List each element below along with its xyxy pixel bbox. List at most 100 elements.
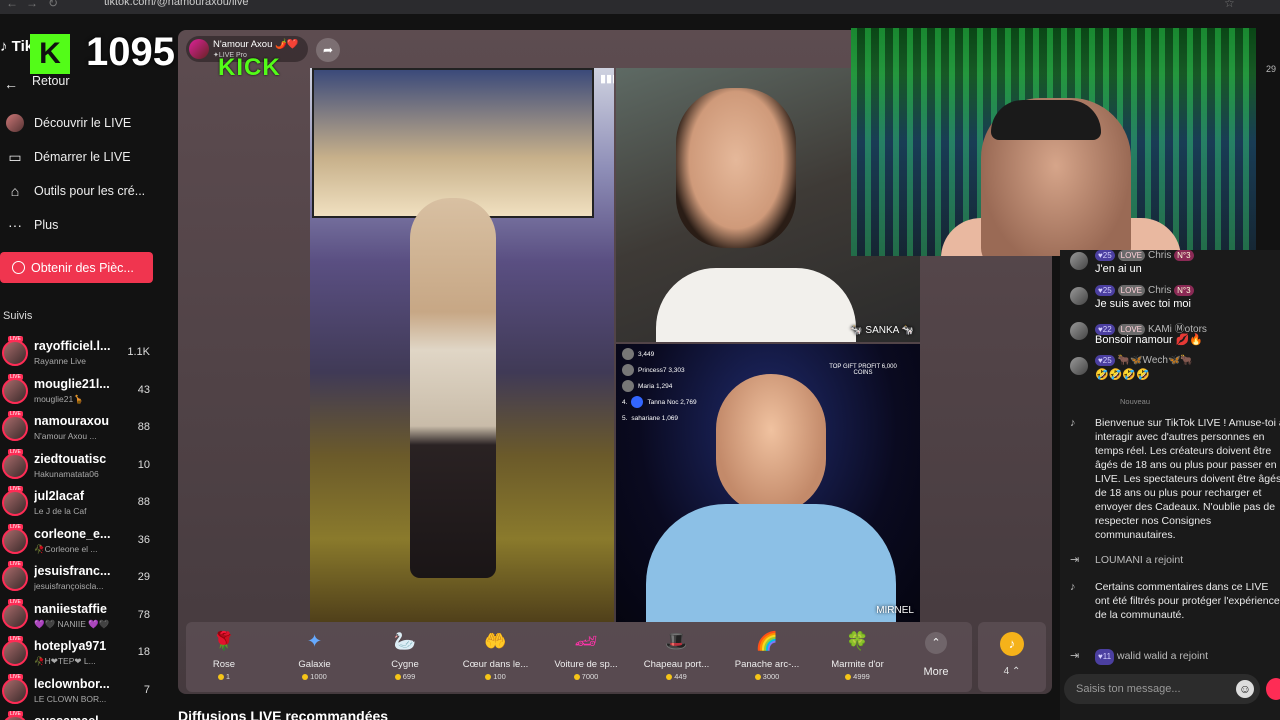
viewer-count: 88 bbox=[137, 421, 150, 433]
kick-logo-icon: K bbox=[30, 34, 70, 74]
avatar[interactable] bbox=[1070, 252, 1088, 270]
rank-badge: N°3 bbox=[1174, 285, 1194, 296]
join-arrow-icon: ⇥ bbox=[1070, 554, 1080, 566]
following-sub: Rayanne Live bbox=[34, 356, 86, 366]
chat-message-header: ♥25 LOVE Chris N°3 bbox=[1095, 285, 1197, 296]
recommended-title: Diffusions LIVE recommandées bbox=[178, 708, 389, 720]
following-sub: mouglie21🦒 bbox=[34, 393, 84, 404]
viewer-count: 7 bbox=[143, 683, 150, 696]
following-item[interactable]: LIVE mouglie21l... mouglie21🦒 43 bbox=[0, 373, 168, 410]
following-item[interactable]: LIVE ziedtouatisc Hakunamatata06 10 bbox=[0, 448, 168, 485]
url-text[interactable]: tiktok.com/@namouraxou/live bbox=[104, 0, 248, 8]
chat-input[interactable] bbox=[1076, 680, 1226, 698]
leaderboard-row: 4. Tanna Noc 2,769 bbox=[622, 394, 706, 410]
tiktok-note-icon: ♪ bbox=[1070, 417, 1076, 429]
sidebar: ← Retour Découvrir le LIVE ▭ Démarrer le… bbox=[0, 14, 168, 720]
gift-price: 449 bbox=[633, 672, 721, 681]
chat-message-text: Bonsoir namour 💋🔥 bbox=[1095, 334, 1204, 346]
rank-badge: N°3 bbox=[1174, 250, 1194, 261]
streamer-hair bbox=[991, 100, 1101, 140]
following-name: leclownbor... bbox=[34, 676, 110, 691]
following-item[interactable]: LIVE corleone_e... 🥀Corleone el ... 36 bbox=[0, 523, 168, 560]
get-coins-label: Obtenir des Pièc... bbox=[31, 260, 134, 275]
gift-item[interactable]: ✦ Galaxie 1000 bbox=[271, 622, 359, 692]
level-value: 25 bbox=[1102, 286, 1112, 295]
gift-item[interactable]: 🎩 Chapeau port... 449 bbox=[633, 622, 721, 692]
chat-input-box[interactable]: ☺ bbox=[1064, 674, 1260, 704]
gift-bar: 🌹 Rose 1 ✦ Galaxie 1000 🦢 Cygne 699 🤲 Cœur dans le… bbox=[186, 622, 972, 692]
following-item[interactable]: LIVE hoteplya971 🥀H❤TEP❤ L... 18 bbox=[0, 636, 168, 672]
coin-balance-button[interactable]: ♪ 4 ⌃ bbox=[978, 622, 1046, 692]
chat-message-text: J'en ai un bbox=[1095, 263, 1142, 275]
gift-icon: 🦢 bbox=[393, 631, 417, 651]
following-name: rayofficiel.l... bbox=[34, 339, 111, 353]
sidebar-item-start-live[interactable]: ▭ Démarrer le LIVE bbox=[0, 143, 168, 171]
gift-item[interactable]: 🍀 Marmite d'or 4999 bbox=[814, 622, 902, 692]
send-button[interactable] bbox=[1266, 678, 1280, 700]
sidebar-item-creator-tools[interactable]: ⌂ Outils pour les cré... bbox=[0, 177, 168, 205]
following-item[interactable]: LIVE jesuisfranc... jesuisfrançoiscla... 29 bbox=[0, 561, 168, 597]
avatar bbox=[2, 565, 28, 591]
viewer-count: 78 bbox=[137, 608, 150, 621]
avatar bbox=[2, 452, 28, 479]
level-value: 11 bbox=[1102, 652, 1112, 661]
avatar[interactable] bbox=[1070, 357, 1088, 375]
tiktok-note-icon: ♪ bbox=[1070, 581, 1076, 593]
avatar[interactable] bbox=[1070, 287, 1088, 305]
sidebar-item-discover-live[interactable]: Découvrir le LIVE bbox=[0, 109, 168, 137]
bookmark-star-icon[interactable]: ☆ bbox=[1224, 0, 1235, 10]
chat-panel: ♥25 LOVE Chris N°3 J'en ai un ♥25 LOVE Chris N… bbox=[1060, 250, 1280, 720]
gift-item[interactable]: 🌈 Panache arc-... 3000 bbox=[723, 622, 811, 692]
reload-icon[interactable]: ↻ bbox=[48, 0, 58, 10]
more-gifts-button[interactable]: ⌃ More bbox=[910, 630, 962, 686]
avatar[interactable] bbox=[1070, 322, 1088, 340]
following-item[interactable]: LIVE jul2lacaf Le J de la Caf 88 bbox=[0, 486, 168, 522]
share-button[interactable]: ➦ bbox=[316, 38, 340, 62]
following-item[interactable]: LIVE naniiestaffie 💜🖤 NANIIE 💜🖤 78 bbox=[0, 598, 168, 635]
viewer-count: 10 bbox=[137, 458, 150, 471]
more-label: More bbox=[923, 666, 949, 678]
avatar bbox=[2, 640, 28, 666]
gift-item[interactable]: 🌹 Rose 1 bbox=[180, 622, 268, 692]
emoji-icon[interactable]: ☺ bbox=[1236, 680, 1254, 698]
audio-bars-icon[interactable]: ▮▮▮ bbox=[600, 72, 614, 85]
gift-item[interactable]: 🦢 Cygne 699 bbox=[361, 622, 449, 692]
chat-username[interactable]: 🐂🦋Wech🦋🐂 bbox=[1118, 355, 1193, 366]
leaderboard-rank: 4. bbox=[622, 398, 628, 406]
forward-arrow-icon[interactable]: → bbox=[26, 0, 38, 10]
back-arrow-icon[interactable]: ← bbox=[6, 0, 18, 10]
back-arrow-icon[interactable]: ← bbox=[4, 76, 18, 92]
guest-video-tile-2[interactable]: 3,449 Princess7 3,303 Maria 1,294 4. Tann… bbox=[616, 344, 920, 622]
leaderboard-row: Princess7 3,303 bbox=[622, 362, 706, 378]
following-sub: 🥀Corleone el ... bbox=[34, 543, 98, 554]
level-value: 25 bbox=[1102, 251, 1112, 260]
following-item[interactable]: LIVE leclownbor... LE CLOWN BOR... 7 bbox=[0, 673, 168, 710]
sidebar-item-more[interactable]: ··· Plus bbox=[0, 211, 168, 239]
gift-price: 1000 bbox=[271, 672, 359, 681]
following-item[interactable]: LIVEoussamael...100 bbox=[0, 711, 168, 720]
gift-price: 4999 bbox=[814, 672, 902, 681]
live-badge: LIVE bbox=[8, 448, 23, 455]
leaderboard-row: 5. sahariane 1,069 bbox=[622, 410, 706, 426]
following-item[interactable]: LIVE namouraxou N'amour Axou ... 88 bbox=[0, 411, 168, 447]
join-text: walid walid a rejoint bbox=[1116, 650, 1209, 662]
gift-icon: 🌈 bbox=[755, 631, 779, 651]
following-item[interactable]: LIVE rayofficiel.l... Rayanne Live 1.1K bbox=[0, 336, 168, 372]
get-coins-button[interactable]: Obtenir des Pièc... bbox=[0, 252, 153, 283]
gift-icon: 🌹 bbox=[212, 631, 236, 651]
leaderboard-avatar bbox=[622, 348, 634, 360]
live-badge: LIVE bbox=[8, 598, 23, 605]
chat-username[interactable]: Chris bbox=[1148, 285, 1171, 296]
gift-item[interactable]: 🤲 Cœur dans le... 100 bbox=[452, 622, 540, 692]
live-badge: LIVE bbox=[8, 636, 23, 642]
following-name: corleone_e... bbox=[34, 526, 111, 541]
join-arrow-icon: ⇥ bbox=[1070, 650, 1080, 662]
chat-username[interactable]: Chris bbox=[1148, 250, 1171, 261]
host-video-tile[interactable]: ▮▮▮ bbox=[310, 68, 614, 622]
love-badge: LOVE bbox=[1117, 285, 1145, 296]
back-link[interactable]: Retour bbox=[32, 74, 70, 88]
gift-item[interactable]: 🏎 Voiture de sp... 7000 bbox=[542, 622, 630, 692]
following-sub: 🥀H❤TEP❤ L... bbox=[34, 656, 96, 666]
leaderboard-avatar bbox=[622, 380, 634, 392]
level-badge: ♥25 bbox=[1095, 285, 1115, 296]
